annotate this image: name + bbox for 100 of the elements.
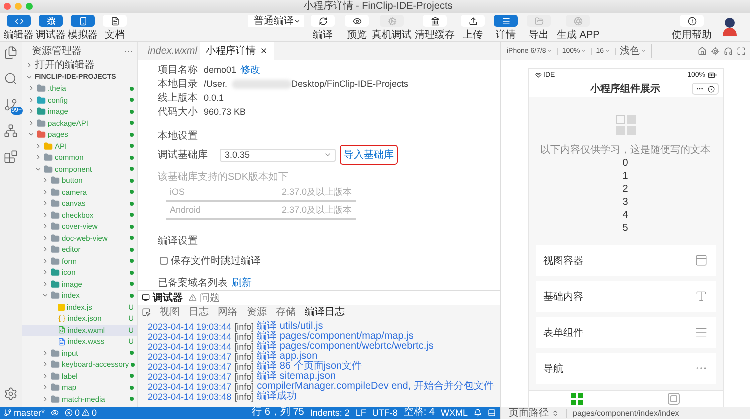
panel-icon <box>694 254 708 267</box>
status-item[interactable]: WXML <box>441 407 468 419</box>
panel-tab[interactable]: 问题 <box>189 291 220 305</box>
toolbar-button[interactable]: 编辑器 <box>4 15 34 41</box>
capsule-button[interactable] <box>692 83 718 95</box>
log-time: 2023-04-14 19:03:47 <box>148 372 232 382</box>
eye-icon <box>352 16 362 26</box>
log-level: [info] <box>234 322 254 332</box>
headphones-icon[interactable] <box>724 46 733 56</box>
status-item[interactable]: 行 6，列 75 <box>252 407 304 419</box>
monitor-icon <box>142 294 150 302</box>
import-link[interactable]: 导入基础库 <box>340 145 398 165</box>
debugger-tab[interactable]: 资源 <box>247 305 267 319</box>
menu-card[interactable]: 视图容器 <box>536 245 716 276</box>
fullscreen-icon[interactable] <box>737 46 746 56</box>
editor-tab[interactable]: 小程序详情 <box>200 42 274 60</box>
home-icon[interactable] <box>698 46 707 56</box>
files-icon[interactable] <box>4 46 18 60</box>
menu-card[interactable]: 基础内容 <box>536 281 716 312</box>
log-message: compilerManager.compileDev end, 开始合并分包文件 <box>257 382 494 392</box>
blocks-icon[interactable] <box>4 150 18 164</box>
error-icon <box>65 409 74 417</box>
updown-icon[interactable] <box>552 410 559 416</box>
search-icon[interactable] <box>4 72 18 86</box>
refresh-link[interactable]: 刷新 <box>232 276 252 290</box>
log-message: 编译 sitemap.json <box>257 372 336 382</box>
grid-icon[interactable] <box>571 393 583 405</box>
toolbar-button[interactable]: 调试器 <box>36 15 66 41</box>
debugger-tab[interactable]: 存储 <box>276 305 296 319</box>
field-value: /User. <box>204 79 228 89</box>
bell-icon[interactable] <box>474 409 482 417</box>
file-icon <box>58 326 66 334</box>
toolbar-button[interactable]: 详情 <box>491 15 521 41</box>
toolbar-button[interactable]: 上传 <box>458 15 488 41</box>
field-label: 线上版本 <box>158 92 199 105</box>
field-label: 调试基础库 <box>158 148 208 162</box>
status-item[interactable]: UTF-8 <box>372 407 398 419</box>
toolbar-button[interactable]: 编译 <box>308 15 338 41</box>
avatar-icon[interactable] <box>720 15 740 37</box>
edit-link[interactable]: 修改 <box>240 63 261 77</box>
field-value: 0.0.1 <box>204 93 224 103</box>
help-button[interactable]: 使用帮助 <box>672 15 712 41</box>
debugger-tab[interactable]: 视图 <box>160 305 180 319</box>
log-time: 2023-04-14 19:03:48 <box>148 392 232 402</box>
branch-status[interactable]: master* <box>4 407 46 419</box>
platform-name: Android <box>170 205 202 215</box>
page-path-label: 页面路径 <box>509 407 549 419</box>
gear-icon <box>388 16 396 26</box>
menu-card[interactable]: 导航 <box>536 353 716 384</box>
status-item[interactable]: Indents: 2 <box>310 407 350 419</box>
compile-mode-select[interactable]: 普通编译 <box>248 15 304 27</box>
debugger-tab[interactable]: 编译日志 <box>305 305 345 319</box>
checkbox-label: 保存文件时跳过编译 <box>171 254 261 268</box>
debugger-tab[interactable]: 网络 <box>218 305 238 319</box>
building-icon <box>430 16 440 26</box>
number-text: 2 <box>622 183 628 196</box>
file-icon <box>58 338 66 346</box>
square-icon[interactable] <box>668 393 680 405</box>
target-icon[interactable] <box>711 46 720 56</box>
grid-logo-icon <box>616 115 636 135</box>
checkbox[interactable] <box>160 257 168 265</box>
warning-icon <box>189 294 197 302</box>
settings-icon[interactable] <box>4 387 18 401</box>
network-icon[interactable] <box>4 124 18 138</box>
toolbar-button[interactable]: 预览 <box>342 15 372 41</box>
caret-icon <box>324 151 332 159</box>
caret-icon <box>294 18 301 24</box>
log-message: 编译 utils/util.js <box>257 322 324 332</box>
status-item[interactable]: LF <box>356 407 366 419</box>
section-header[interactable]: 打开的编辑器 <box>22 59 137 71</box>
close-icon[interactable] <box>260 47 268 55</box>
device-setting[interactable]: 浅色 <box>620 44 652 58</box>
log-message: 编译成功 <box>257 392 298 402</box>
editor-tab[interactable]: index.wxml <box>138 42 200 60</box>
eye-icon[interactable] <box>51 409 60 417</box>
field-label: 代码大小 <box>158 106 199 119</box>
number-text: 4 <box>622 209 628 222</box>
branch-icon <box>4 409 12 417</box>
panel-icon[interactable] <box>488 409 496 417</box>
phone-icon <box>78 16 88 26</box>
status-item[interactable]: 空格: 4 <box>404 407 435 419</box>
problems-status[interactable]: 0 0 <box>65 407 98 419</box>
toolbar-button[interactable]: 清理缓存 <box>415 15 455 41</box>
battery-icon <box>708 70 716 80</box>
menu-icon <box>502 16 510 26</box>
field-value: 960.73 KB <box>204 107 246 117</box>
toolbar-button[interactable]: 文档 <box>100 15 130 41</box>
log-time: 2023-04-14 19:03:47 <box>148 362 232 372</box>
menu-card[interactable]: 表单组件 <box>536 317 716 348</box>
field-label: 已备案域名列表 <box>158 276 228 290</box>
aperture-icon <box>574 16 583 26</box>
debugger-tab[interactable]: 日志 <box>189 305 209 319</box>
inspect-icon[interactable] <box>142 308 151 316</box>
close-button[interactable] <box>4 3 11 10</box>
version-select[interactable]: 3.0.35 <box>220 148 336 162</box>
toolbar-button[interactable]: 模拟器 <box>68 15 98 41</box>
bug-icon <box>46 16 56 26</box>
close-circle-icon <box>708 86 714 92</box>
more-button[interactable]: ··· <box>124 46 133 56</box>
panel-tab[interactable]: 调试器 <box>142 291 183 305</box>
